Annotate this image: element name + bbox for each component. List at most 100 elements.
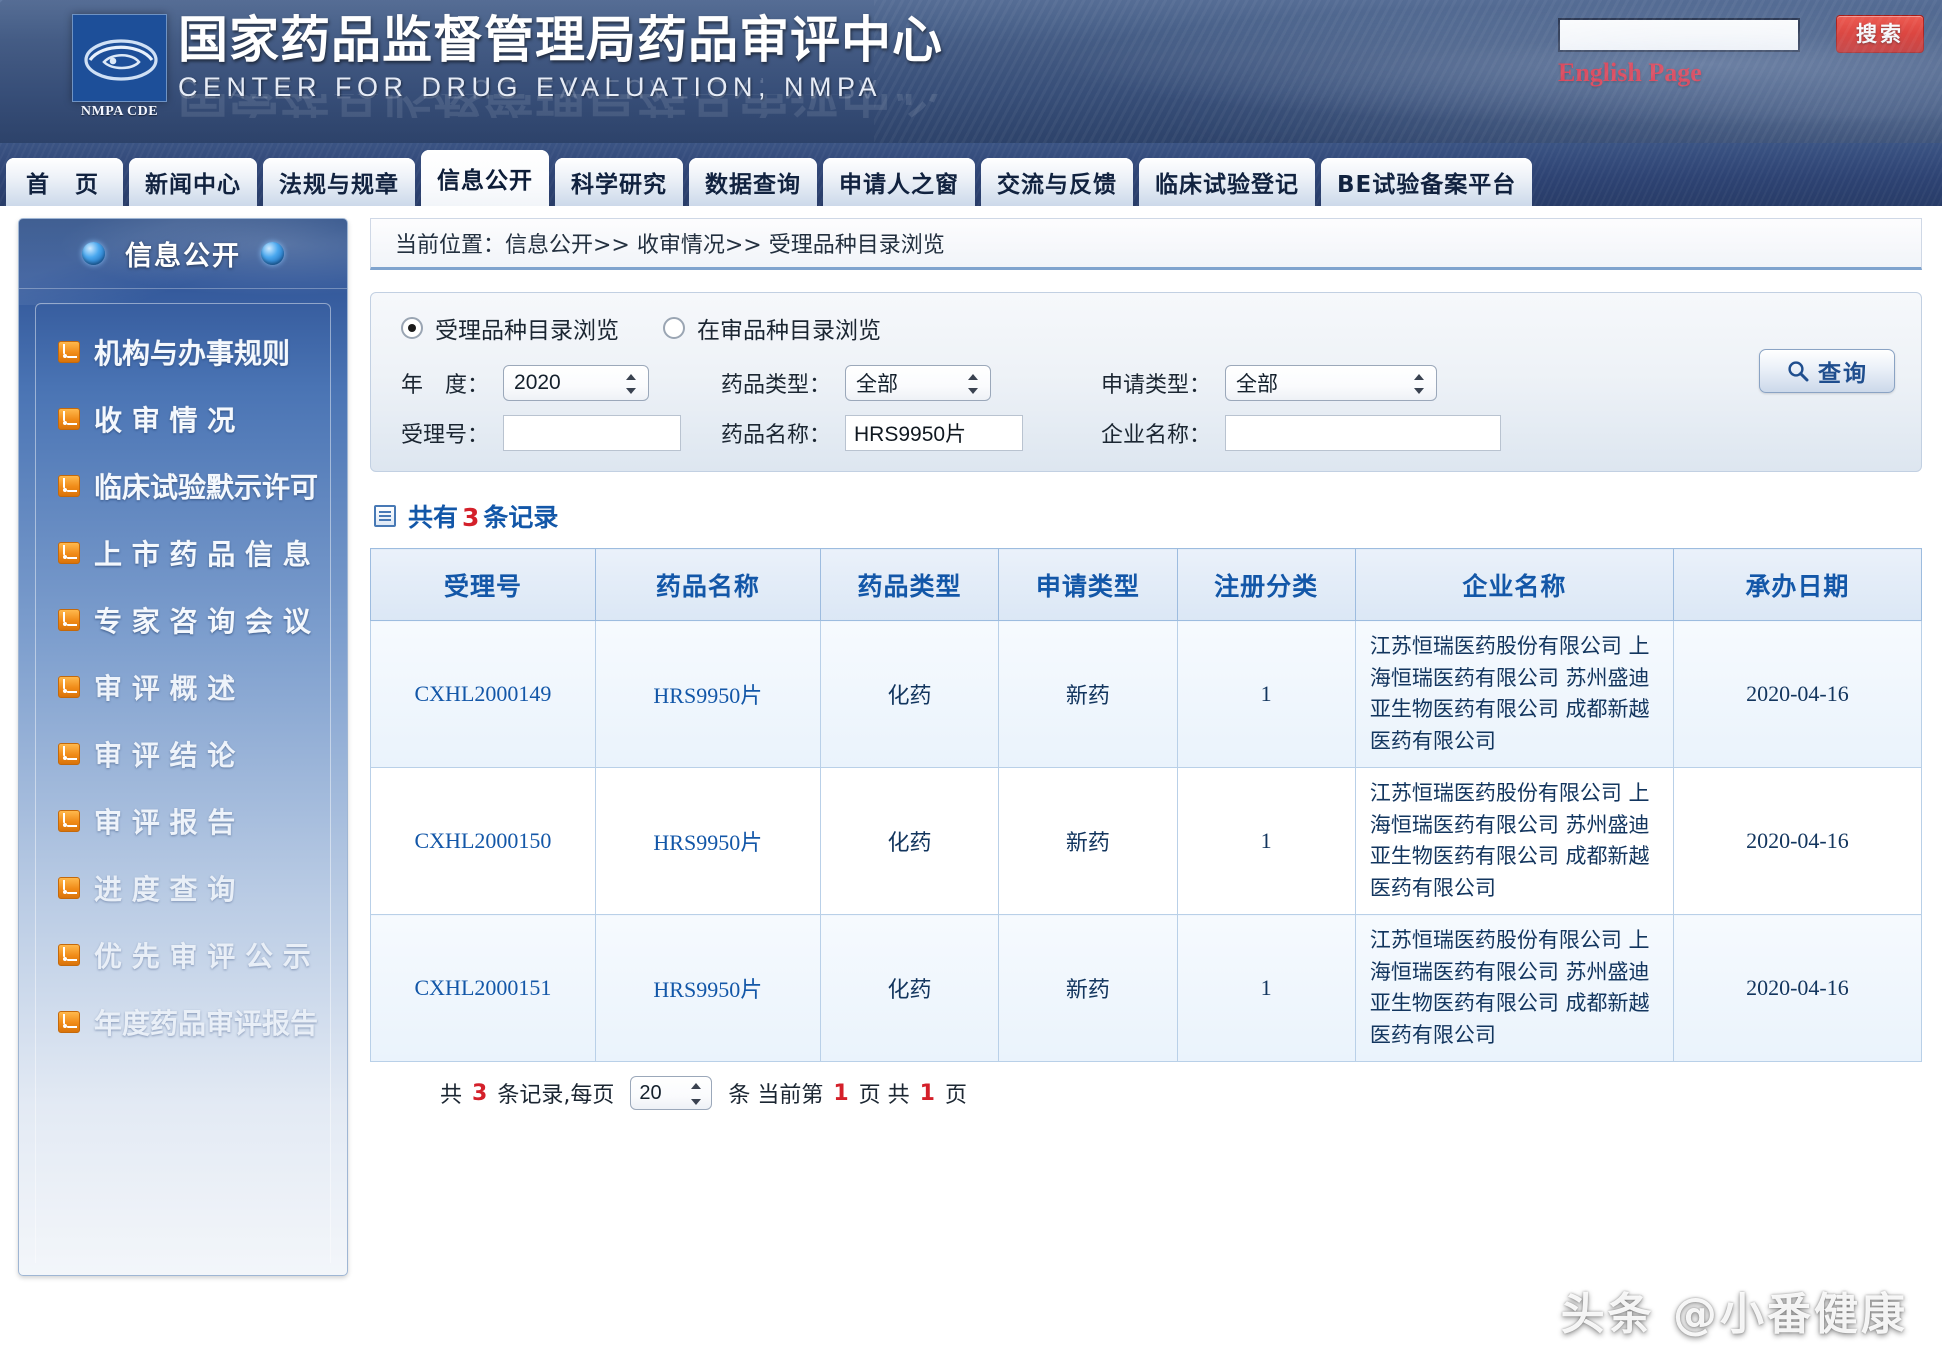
cell-accept_no[interactable]: CXHL2000150 (370, 767, 596, 915)
page-size-select[interactable]: 20 (630, 1076, 713, 1110)
pager-current-page: 1 (833, 1080, 849, 1106)
pager-total-pages: 1 (919, 1080, 935, 1106)
sidebar-item-5[interactable]: 审 评 概 述 (36, 653, 330, 720)
cell-accept_no[interactable]: CXHL2000151 (370, 914, 596, 1062)
cell-firm: 江苏恒瑞医药股份有限公司 上海恒瑞医药有限公司 苏州盛迪亚生物医药有限公司 成都… (1354, 767, 1674, 915)
nav-tab-2[interactable]: 法规与规章 (263, 158, 416, 206)
query-button-label: 查询 (1818, 361, 1868, 387)
sidebar-item-1[interactable]: 收 审 情 况 (36, 385, 330, 452)
rss-icon (58, 809, 80, 832)
nav-tab-0[interactable]: 首 页 (6, 158, 124, 206)
sidebar-item-4[interactable]: 专 家 咨 询 会 议 (36, 586, 330, 653)
field-year: 年 度： 2020 (401, 365, 721, 401)
english-page-link[interactable]: English Page (1558, 58, 1702, 88)
nav-tab-5[interactable]: 数据查询 (689, 158, 818, 206)
cell-accept_no[interactable]: CXHL2000149 (370, 620, 596, 768)
chevron-updown-icon (691, 1082, 703, 1106)
summary-prefix: 共有 (408, 503, 459, 532)
query-button[interactable]: 查询 (1759, 349, 1895, 393)
table-row: CXHL2000151 HRS9950片 化药 新药 1 江苏恒瑞医药股份有限公司 上海恒… (370, 914, 1923, 1062)
cell-drug_name: HRS9950片 (594, 914, 821, 1062)
radio-under-review-catalog[interactable]: 在审品种目录浏览 (663, 311, 881, 345)
drug-type-select-value: 全部 (856, 373, 899, 396)
radio-accepted-catalog[interactable]: 受理品种目录浏览 (401, 311, 619, 345)
cell-apply_type: 新药 (998, 620, 1178, 768)
bullet-dot-icon (261, 242, 284, 265)
record-summary-text: 共有 3 条记录 (408, 498, 558, 534)
sidebar-item-8[interactable]: 进 度 查 询 (36, 854, 330, 921)
cell-drug_type: 化药 (819, 914, 1000, 1062)
drug-name-input[interactable]: HRS9950片 (845, 415, 1024, 451)
column-header-6: 承办日期 (1672, 548, 1923, 621)
sidebar-item-0[interactable]: 机构与办事规则 (36, 318, 330, 385)
year-select-value: 2020 (514, 371, 561, 394)
sidebar-item-label: 机构与办事规则 (94, 336, 291, 370)
accept-no-input[interactable] (503, 415, 682, 451)
nav-tab-9[interactable]: BE试验备案平台 (1321, 158, 1533, 206)
header-search-area: 搜索 English Page (1362, 12, 1942, 92)
rss-icon (58, 608, 80, 631)
cell-firm: 江苏恒瑞医药股份有限公司 上海恒瑞医药有限公司 苏州盛迪亚生物医药有限公司 成都… (1354, 620, 1674, 768)
year-select[interactable]: 2020 (503, 365, 650, 401)
rss-icon (58, 876, 80, 899)
cell-date: 2020-04-16 (1672, 914, 1923, 1062)
sidebar-item-6[interactable]: 审 评 结 论 (36, 720, 330, 787)
sidebar-item-label: 审 评 报 告 (94, 805, 236, 839)
column-header-3: 申请类型 (998, 548, 1178, 621)
sidebar-item-2[interactable]: 临床试验默示许可 (36, 452, 330, 519)
site-title-cn-reflection: 国家药品监督管理局药品审评中心 (178, 94, 943, 118)
rss-icon (58, 541, 80, 564)
pager-total-records: 3 (472, 1080, 488, 1106)
rss-icon (58, 407, 80, 430)
sidebar-item-7[interactable]: 审 评 报 告 (36, 787, 330, 854)
site-title-cn: 国家药品监督管理局药品审评中心 (178, 11, 943, 69)
drug-type-label: 药品类型： (721, 373, 832, 398)
sidebar-header: 信息公开 (19, 219, 347, 289)
page-body: 信息公开 机构与办事规则收 审 情 况临床试验默示许可上 市 药 品 信 息专 … (0, 206, 1942, 1356)
rss-icon (58, 1010, 80, 1033)
cell-drug_type: 化药 (819, 767, 1000, 915)
nav-tab-1[interactable]: 新闻中心 (129, 158, 258, 206)
search-input[interactable] (1558, 18, 1800, 52)
browse-mode-radio-group: 受理品种目录浏览 在审品种目录浏览 (401, 311, 1895, 345)
radio-accepted-catalog-label: 受理品种目录浏览 (435, 318, 619, 344)
radio-under-review-catalog-button[interactable] (663, 317, 685, 339)
sidebar-item-label: 临床试验默示许可 (94, 470, 319, 504)
field-accept-no: 受理号： (401, 415, 721, 451)
cell-firm: 江苏恒瑞医药股份有限公司 上海恒瑞医药有限公司 苏州盛迪亚生物医药有限公司 成都… (1354, 914, 1674, 1062)
nav-tab-8[interactable]: 临床试验登记 (1139, 158, 1316, 206)
chevron-updown-icon (626, 372, 638, 396)
query-row-2: 受理号： 药品名称： HRS9950片 企业名称： (401, 415, 1895, 451)
radio-accepted-catalog-button[interactable] (401, 317, 423, 339)
drug-type-select[interactable]: 全部 (845, 365, 992, 401)
sidebar-item-label: 进 度 查 询 (94, 872, 236, 906)
apply-type-select[interactable]: 全部 (1225, 365, 1438, 401)
sidebar-item-9[interactable]: 优 先 审 评 公 示 (36, 921, 330, 988)
breadcrumb-text: 当前位置：信息公开>> 收审情况>> 受理品种目录浏览 (395, 233, 945, 258)
list-icon (374, 505, 396, 527)
nav-tab-6[interactable]: 申请人之窗 (823, 158, 976, 206)
sidebar: 信息公开 机构与办事规则收 审 情 况临床试验默示许可上 市 药 品 信 息专 … (18, 218, 348, 1276)
nav-tab-3[interactable]: 信息公开 (421, 150, 550, 206)
pager-text-4: 页 共 (858, 1083, 910, 1108)
search-button[interactable]: 搜索 (1836, 15, 1924, 53)
bullet-dot-icon (82, 242, 105, 265)
cde-logo-icon (72, 14, 167, 102)
breadcrumb: 当前位置：信息公开>> 收审情况>> 受理品种目录浏览 (370, 218, 1922, 270)
nav-tab-4[interactable]: 科学研究 (555, 158, 684, 206)
sidebar-item-label: 审 评 结 论 (94, 738, 236, 772)
firm-input[interactable] (1225, 415, 1502, 451)
nav-tab-7[interactable]: 交流与反馈 (981, 158, 1134, 206)
rss-icon (58, 675, 80, 698)
sidebar-item-10[interactable]: 年度药品审评报告 (36, 988, 330, 1055)
column-header-4: 注册分类 (1176, 548, 1356, 621)
results-table: 受理号 药品名称 药品类型 申请类型 注册分类 企业名称 承办日期 CXHL2000149 H… (370, 548, 1923, 1062)
field-drug-name: 药品名称： HRS9950片 (721, 415, 1101, 451)
cell-reg_class: 1 (1176, 914, 1356, 1062)
sidebar-item-3[interactable]: 上 市 药 品 信 息 (36, 519, 330, 586)
column-header-5: 企业名称 (1354, 548, 1674, 621)
sidebar-item-label: 专 家 咨 询 会 议 (94, 604, 311, 638)
cell-reg_class: 1 (1176, 767, 1356, 915)
pager-text-3: 条 当前第 (728, 1083, 824, 1108)
cell-date: 2020-04-16 (1672, 620, 1923, 768)
